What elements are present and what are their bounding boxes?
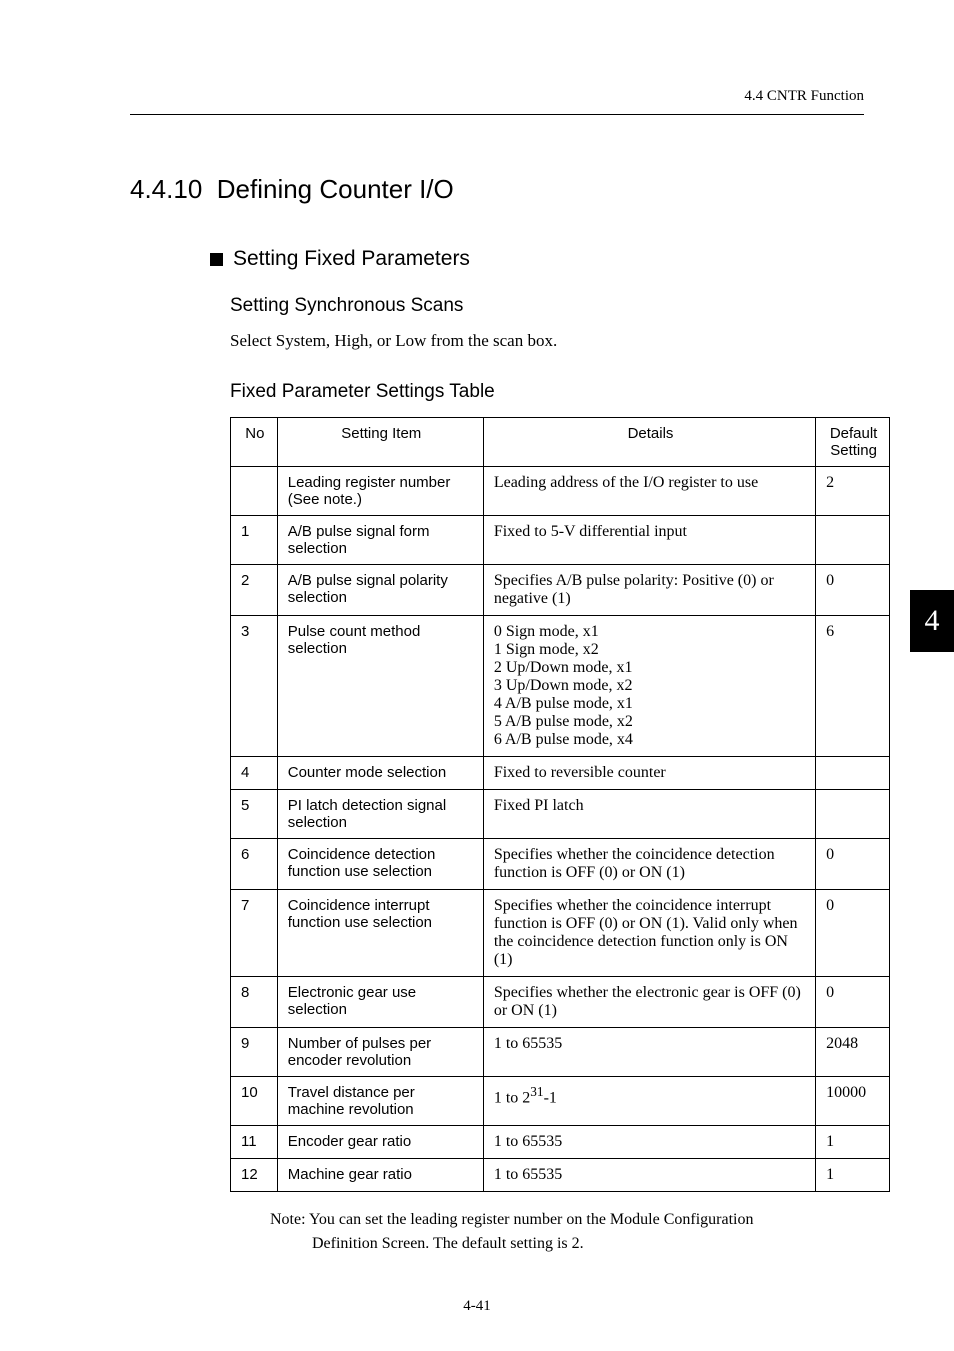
cell-details: 1 to 65535	[483, 1159, 815, 1192]
cell-no: 7	[231, 890, 278, 977]
cell-no: 9	[231, 1028, 278, 1077]
table-row: 11 Encoder gear ratio 1 to 65535 1	[231, 1126, 890, 1159]
subheading-fixed-param-table: Fixed Parameter Settings Table	[230, 381, 864, 403]
subheading-sync-scans: Setting Synchronous Scans	[230, 295, 864, 317]
cell-details: Specifies whether the electronic gear is…	[483, 977, 815, 1028]
square-bullet-icon	[210, 253, 223, 266]
cell-item: Machine gear ratio	[277, 1159, 483, 1192]
details-pre: 1 to 2	[494, 1089, 530, 1106]
cell-details: 1 to 231-1	[483, 1077, 815, 1126]
cell-item: A/B pulse signal polarity selection	[277, 565, 483, 616]
cell-default	[816, 516, 890, 565]
cell-default: 0	[816, 565, 890, 616]
cell-default: 6	[816, 616, 890, 757]
table-row: Leading register number (See note.) Lead…	[231, 467, 890, 516]
th-default-l1: Default	[830, 425, 878, 442]
cell-details: Specifies A/B pulse polarity: Positive (…	[483, 565, 815, 616]
cell-item: Encoder gear ratio	[277, 1126, 483, 1159]
footnote-line1: Note: You can set the leading register n…	[270, 1208, 864, 1232]
th-item: Setting Item	[277, 418, 483, 467]
cell-item: Pulse count method selection	[277, 616, 483, 757]
cell-default	[816, 757, 890, 790]
header-rule	[130, 114, 864, 115]
section-title: Defining Counter I/O	[217, 174, 454, 204]
table-row: 9 Number of pulses per encoder revolutio…	[231, 1028, 890, 1077]
table-row: 8 Electronic gear use selection Specifie…	[231, 977, 890, 1028]
cell-default: 2048	[816, 1028, 890, 1077]
section-number: 4.4.10	[130, 174, 202, 204]
cell-no: 8	[231, 977, 278, 1028]
table-row: 5 PI latch detection signal selection Fi…	[231, 790, 890, 839]
cell-item: Coincidence interrupt function use selec…	[277, 890, 483, 977]
footnote-line2: Definition Screen. The default setting i…	[270, 1232, 864, 1256]
cell-no: 10	[231, 1077, 278, 1126]
cell-no: 5	[231, 790, 278, 839]
table-row: 12 Machine gear ratio 1 to 65535 1	[231, 1159, 890, 1192]
cell-default	[816, 790, 890, 839]
cell-no: 6	[231, 839, 278, 890]
cell-details: Leading address of the I/O register to u…	[483, 467, 815, 516]
cell-default: 2	[816, 467, 890, 516]
cell-item: PI latch detection signal selection	[277, 790, 483, 839]
cell-no: 1	[231, 516, 278, 565]
cell-no: 4	[231, 757, 278, 790]
cell-details: Specifies whether the coincidence interr…	[483, 890, 815, 977]
cell-details: Fixed PI latch	[483, 790, 815, 839]
cell-details: Fixed to 5-V differential input	[483, 516, 815, 565]
cell-default: 1	[816, 1159, 890, 1192]
cell-details: 1 to 65535	[483, 1028, 815, 1077]
body-sync-scans: Select System, High, or Low from the sca…	[230, 331, 864, 351]
fixed-parameters-table: No Setting Item Details Default Setting …	[230, 417, 890, 1192]
details-post: -1	[544, 1089, 557, 1106]
cell-no: 2	[231, 565, 278, 616]
table-row: 10 Travel distance per machine revolutio…	[231, 1077, 890, 1126]
th-no: No	[231, 418, 278, 467]
cell-item: A/B pulse signal form selection	[277, 516, 483, 565]
cell-item: Leading register number (See note.)	[277, 467, 483, 516]
table-row: 6 Coincidence detection function use sel…	[231, 839, 890, 890]
cell-item: Coincidence detection function use selec…	[277, 839, 483, 890]
cell-default: 10000	[816, 1077, 890, 1126]
subheading-level1: Setting Fixed Parameters	[210, 247, 864, 271]
table-row: 2 A/B pulse signal polarity selection Sp…	[231, 565, 890, 616]
cell-item: Number of pulses per encoder revolution	[277, 1028, 483, 1077]
details-sup: 31	[530, 1084, 543, 1099]
section-heading: 4.4.10 Defining Counter I/O	[130, 174, 864, 205]
cell-no: 3	[231, 616, 278, 757]
table-row: 3 Pulse count method selection 0 Sign mo…	[231, 616, 890, 757]
cell-item: Counter mode selection	[277, 757, 483, 790]
cell-default: 0	[816, 977, 890, 1028]
cell-details: Fixed to reversible counter	[483, 757, 815, 790]
cell-default: 0	[816, 839, 890, 890]
subheading-level1-text: Setting Fixed Parameters	[233, 247, 470, 271]
page-number: 4-41	[0, 1298, 954, 1315]
chapter-tab: 4	[910, 590, 954, 652]
content: 4.4.10 Defining Counter I/O Setting Fixe…	[130, 174, 864, 1256]
table-row: 7 Coincidence interrupt function use sel…	[231, 890, 890, 977]
cell-item: Electronic gear use selection	[277, 977, 483, 1028]
cell-default: 1	[816, 1126, 890, 1159]
th-default-l2: Setting	[830, 442, 877, 459]
cell-details: 0 Sign mode, x1 1 Sign mode, x2 2 Up/Dow…	[483, 616, 815, 757]
th-default: Default Setting	[816, 418, 890, 467]
page: 4.4 CNTR Function 4.4.10 Defining Counte…	[0, 0, 954, 1351]
table-row: 4 Counter mode selection Fixed to revers…	[231, 757, 890, 790]
cell-no: 12	[231, 1159, 278, 1192]
table-header-row: No Setting Item Details Default Setting	[231, 418, 890, 467]
cell-details: Specifies whether the coincidence detect…	[483, 839, 815, 890]
breadcrumb: 4.4 CNTR Function	[744, 88, 864, 105]
footnote: Note: You can set the leading register n…	[270, 1208, 864, 1256]
cell-default: 0	[816, 890, 890, 977]
th-details: Details	[483, 418, 815, 467]
cell-no: 11	[231, 1126, 278, 1159]
cell-no	[231, 467, 278, 516]
table-row: 1 A/B pulse signal form selection Fixed …	[231, 516, 890, 565]
cell-item: Travel distance per machine revolution	[277, 1077, 483, 1126]
cell-details: 1 to 65535	[483, 1126, 815, 1159]
